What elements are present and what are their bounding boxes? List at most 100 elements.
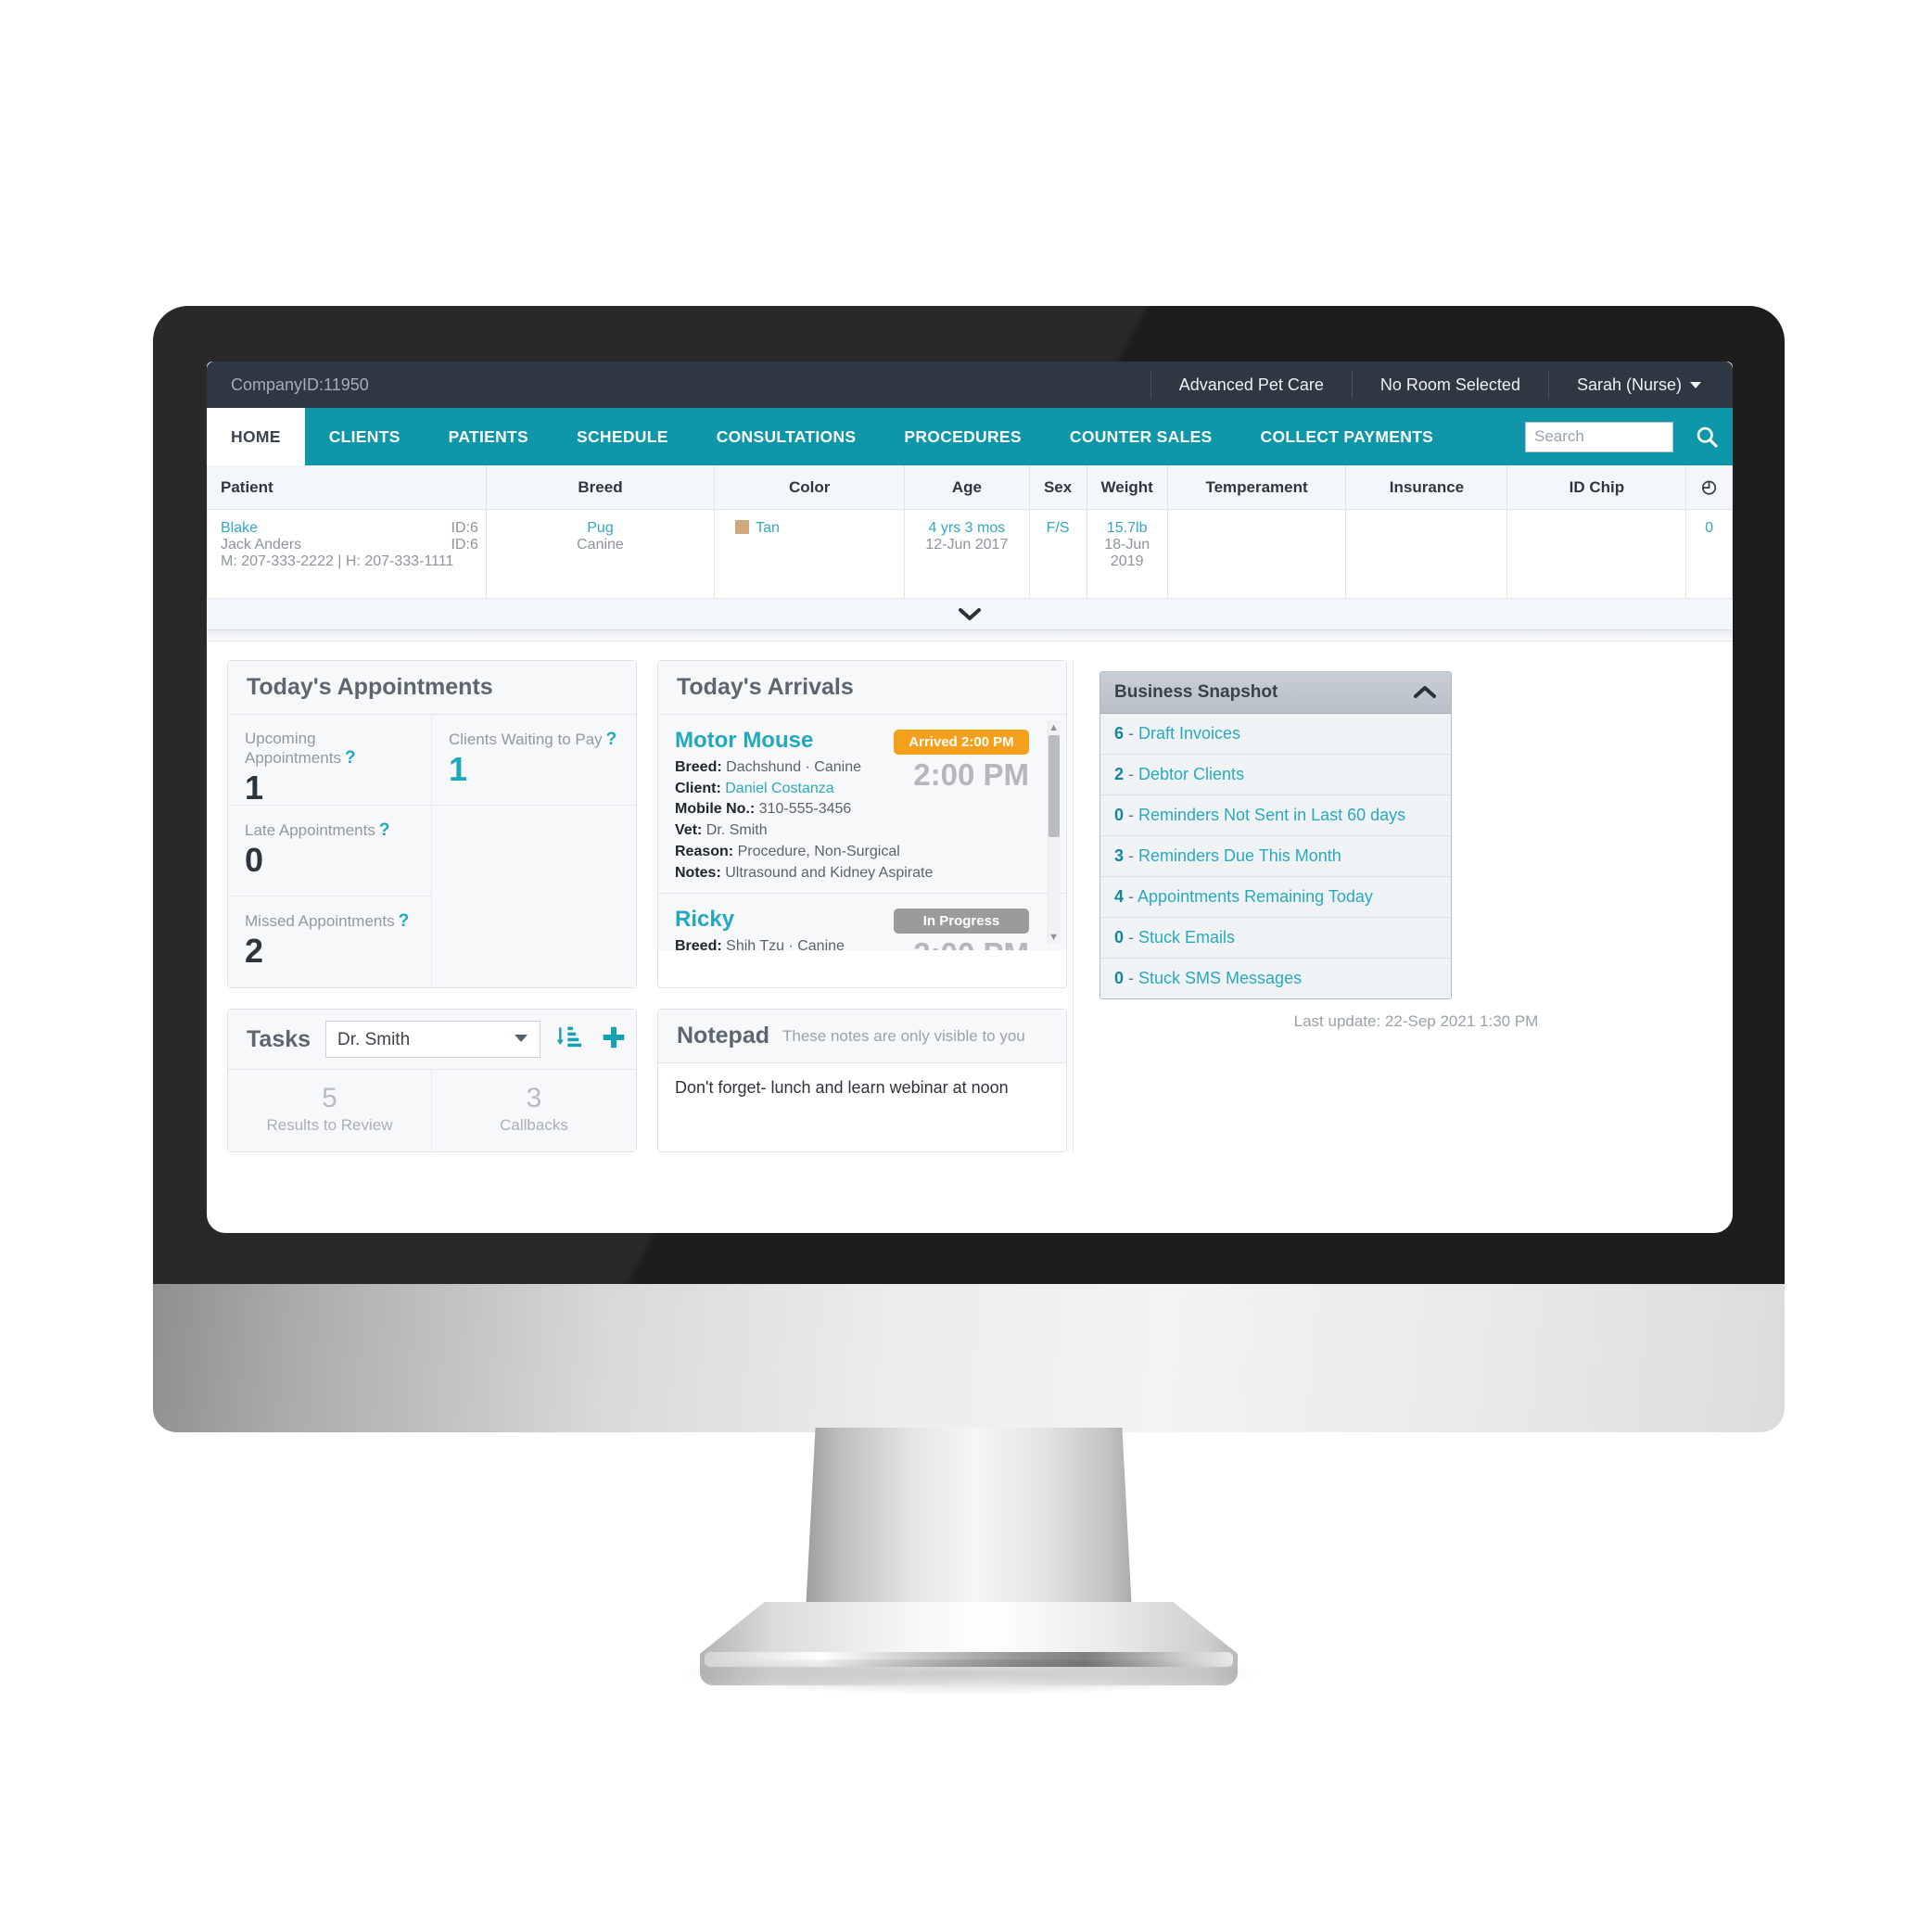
weight-value: 15.7lb (1106, 520, 1148, 536)
nav-item-home[interactable]: HOME (207, 408, 305, 465)
practice-name[interactable]: Advanced Pet Care (1150, 371, 1352, 399)
tasks-vet-select[interactable]: Dr. Smith (325, 1021, 541, 1058)
clients-waiting-to-pay-card[interactable]: Clients Waiting to Pay? 1 (432, 715, 636, 806)
clients-waiting-value: 1 (449, 750, 468, 788)
breed-value: Dachshund · Canine (726, 759, 862, 775)
callbacks-card[interactable]: 3 Callbacks (432, 1070, 636, 1151)
scroll-down-icon[interactable]: ▼ (1049, 932, 1059, 943)
nav-item-clients[interactable]: CLIENTS (305, 408, 425, 465)
tasks-add-button[interactable] (600, 1023, 628, 1056)
cell-patient: Blake ID:6 Jack Anders ID:6 M: 207-333-2… (207, 509, 487, 599)
help-icon[interactable]: ? (606, 730, 617, 749)
nav-item-schedule[interactable]: SCHEDULE (553, 408, 693, 465)
arrivals-scroll-thumb[interactable] (1049, 735, 1060, 837)
tasks-title: Tasks (247, 1025, 311, 1052)
snapshot-row-draft-invoices[interactable]: 6 - Draft Invoices (1100, 714, 1451, 755)
nav-item-patients[interactable]: PATIENTS (425, 408, 553, 465)
arrival-mobile-line: Mobile No.: 310-555-3456 (675, 799, 1049, 820)
search-button[interactable] (1681, 408, 1733, 465)
arrival-status-badge[interactable]: In Progress (894, 909, 1029, 934)
col-id-chip[interactable]: ID Chip (1506, 465, 1687, 510)
upcoming-appointments-card[interactable]: Upcoming Appointments? 1 (228, 715, 432, 806)
tasks-header: Tasks Dr. Smith (228, 1010, 636, 1070)
breed-value: Shih Tzu · Canine (726, 938, 845, 950)
help-icon[interactable]: ? (345, 748, 356, 768)
search-icon (1697, 426, 1718, 448)
clients-waiting-text: Clients Waiting to Pay (449, 731, 603, 748)
search-input[interactable] (1525, 421, 1673, 452)
client-link[interactable]: Daniel Costanza (725, 781, 833, 796)
dashboard-left-column: Today's Appointments Upcoming Appointmen… (207, 660, 1073, 1152)
chevron-down-icon (1690, 381, 1701, 388)
snapshot-label: Stuck Emails (1138, 928, 1236, 947)
room-selector[interactable]: No Room Selected (1351, 371, 1548, 399)
nav-item-counter-sales[interactable]: COUNTER SALES (1046, 408, 1237, 465)
col-sex[interactable]: Sex (1028, 465, 1087, 510)
results-to-review-card[interactable]: 5 Results to Review (228, 1070, 432, 1151)
arrival-item[interactable]: Ricky Breed: Shih Tzu · Canine Client: N… (658, 894, 1066, 950)
cell-id-chip (1506, 509, 1687, 599)
scroll-up-icon[interactable]: ▲ (1049, 722, 1059, 733)
snapshot-last-update: Last update: 22-Sep 2021 1:30 PM (1293, 1012, 1539, 1030)
clock-count-value: 0 (1705, 520, 1714, 536)
results-to-review-value: 5 (322, 1083, 337, 1113)
patient-name-link[interactable]: Blake (221, 520, 258, 537)
weight-date-line2: 2019 (1110, 553, 1144, 569)
chevron-up-icon[interactable] (1413, 685, 1437, 700)
missed-appointments-value: 2 (245, 932, 264, 970)
snapshot-row-reminders-due[interactable]: 3 - Reminders Due This Month (1100, 836, 1451, 877)
snapshot-row-stuck-sms[interactable]: 0 - Stuck SMS Messages (1100, 959, 1451, 998)
arrivals-header: Today's Arrivals (658, 661, 1066, 715)
breed-value[interactable]: Pug (494, 520, 706, 537)
late-appointments-card[interactable]: Late Appointments? 0 (228, 806, 432, 896)
cell-sex: F/S (1028, 509, 1087, 599)
tasks-sort-button[interactable] (555, 1023, 585, 1057)
business-snapshot-header[interactable]: Business Snapshot (1100, 672, 1451, 714)
user-menu[interactable]: Sarah (Nurse) (1547, 371, 1733, 399)
arrival-status-badge[interactable]: Arrived 2:00 PM (894, 730, 1029, 755)
snapshot-row-debtor-clients[interactable]: 2 - Debtor Clients (1100, 755, 1451, 795)
col-weight[interactable]: Weight (1086, 465, 1168, 510)
client-id: ID:6 (451, 537, 478, 553)
appointments-empty-cell (432, 806, 636, 987)
notepad-textarea[interactable]: Don't forget- lunch and learn webinar at… (658, 1063, 1066, 1149)
col-temperament[interactable]: Temperament (1166, 465, 1347, 510)
monitor-chin (153, 1284, 1785, 1432)
col-insurance[interactable]: Insurance (1345, 465, 1508, 510)
help-icon[interactable]: ? (399, 911, 410, 931)
reason-label: Reason: (675, 843, 734, 859)
cell-clock-count: 0 (1685, 509, 1733, 599)
arrivals-list[interactable]: Motor Mouse Breed: Dachshund · Canine Cl… (658, 715, 1066, 950)
cell-weight: 15.7lb 18-Jun 2019 (1086, 509, 1168, 599)
mobile-label: Mobile No.: (675, 801, 756, 818)
chevron-down-icon (959, 607, 981, 620)
patient-strip-expander[interactable] (207, 599, 1733, 630)
nav-item-procedures[interactable]: PROCEDURES (880, 408, 1046, 465)
col-patient[interactable]: Patient (207, 465, 487, 510)
notepad-header: Notepad These notes are only visible to … (658, 1010, 1066, 1063)
client-name[interactable]: Jack Anders (221, 537, 301, 553)
notes-label: Notes: (675, 864, 721, 881)
arrival-vet-line: Vet: Dr. Smith (675, 820, 1049, 842)
nav-item-collect-payments[interactable]: COLLECT PAYMENTS (1237, 408, 1458, 465)
col-age[interactable]: Age (904, 465, 1030, 510)
help-icon[interactable]: ? (379, 820, 390, 840)
col-clock[interactable]: ◴ (1685, 465, 1733, 510)
snapshot-row-reminders-not-sent[interactable]: 0 - Reminders Not Sent in Last 60 days (1100, 795, 1451, 836)
arrival-reason-line: Reason: Procedure, Non-Surgical (675, 842, 1049, 863)
missed-appointments-card[interactable]: Missed Appointments? 2 (228, 896, 432, 987)
business-snapshot-panel: Business Snapshot 6 - Draft Invoices 2 -… (1099, 671, 1452, 999)
patient-table-row: Blake ID:6 Jack Anders ID:6 M: 207-333-2… (207, 509, 1733, 599)
client-label: Client: (675, 780, 721, 796)
cell-insurance (1345, 509, 1508, 599)
col-color[interactable]: Color (714, 465, 906, 510)
snapshot-row-appointments-remaining[interactable]: 4 - Appointments Remaining Today (1100, 877, 1451, 918)
arrival-item[interactable]: Motor Mouse Breed: Dachshund · Canine Cl… (658, 715, 1066, 895)
late-appointments-value: 0 (245, 841, 264, 879)
col-breed[interactable]: Breed (485, 465, 716, 510)
snapshot-row-stuck-emails[interactable]: 0 - Stuck Emails (1100, 918, 1451, 959)
patient-id: ID:6 (451, 520, 478, 536)
chevron-down-icon (515, 1035, 528, 1042)
nav-item-consultations[interactable]: CONSULTATIONS (693, 408, 881, 465)
mobile-value: 310-555-3456 (758, 801, 852, 818)
